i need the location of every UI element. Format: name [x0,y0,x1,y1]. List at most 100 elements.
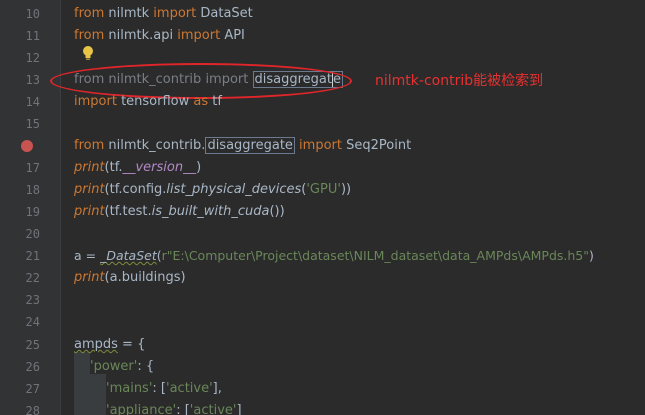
line-number: 18 [25,183,40,197]
code-fragment: : { [137,359,155,374]
code-text[interactable]: a = _DataSet(r"E:\Computer\Project\datas… [74,245,594,267]
builtin-function: print [74,204,105,219]
line-number: 24 [25,315,40,329]
class-call: _DataSet [100,248,157,263]
code-fragment: ()) [269,204,285,219]
keyword: from [74,6,105,21]
line-number: 11 [25,29,40,43]
code-fragment: ], [212,381,222,396]
code-line-20[interactable]: 20 [0,223,645,245]
keyword: import [294,138,342,153]
code-text[interactable]: from nilmtk_contrib. disaggregate import … [74,135,411,157]
variable: a [74,248,82,263]
code-text[interactable]: 'mains': ['active'], [106,378,222,400]
string-literal: 'active' [189,403,237,415]
attribute: __version__ [122,160,197,175]
string-literal: r"E:\Computer\Project\dataset\NILM_datas… [161,248,589,263]
intention-bulb-icon[interactable] [82,45,94,66]
builtin-function: print [74,160,105,175]
string-literal: 'appliance' [106,403,177,415]
code-line-21[interactable]: 21 a = _DataSet(r"E:\Computer\Project\da… [0,245,645,267]
code-line-22[interactable]: 22 print(a.buildings) [0,267,645,289]
code-line-28[interactable]: 28 'appliance': ['active'] [0,400,645,415]
code-line-19[interactable]: 19 print(tf.test.is_built_with_cuda()) [0,201,645,223]
code-line-11[interactable]: 11 from nilmtk.api import API [0,25,645,47]
code-text[interactable]: from nilmtk import DataSet [74,3,253,25]
annotation-text: nilmtk-contrib能被检索到 [375,73,544,89]
builtin-function: print [74,270,105,285]
method-call: is_built_with_cuda [151,204,270,219]
code-fragment: )) [340,182,352,197]
line-number: 27 [25,382,40,396]
code-fragment: ) [588,248,594,263]
keyword: from [74,28,105,43]
code-text[interactable]: print(tf.test.is_built_with_cuda()) [74,201,285,223]
code-text[interactable]: 'power': { [90,356,154,378]
line-number: 23 [25,293,40,307]
string-literal: 'active' [166,381,213,396]
keyword: from [74,138,105,153]
module-name-highlight: disaggregate [205,137,295,154]
string-literal: 'mains' [106,381,153,396]
import-name: DataSet [196,6,253,21]
code-line-12[interactable]: 12 [0,47,645,69]
line-number: 14 [25,95,40,109]
code-fragment: : [ [176,403,190,415]
code-line-10[interactable]: 10 from nilmtk import DataSet [0,3,645,25]
line-number: 10 [25,7,40,21]
code-fragment: : [ [152,381,166,396]
code-text[interactable]: import tensorflow as tf [74,91,222,113]
line-number: 19 [25,205,40,219]
line-number: 12 [25,51,40,65]
code-text[interactable]: print(tf.config.list_physical_devices('G… [74,179,351,201]
code-text[interactable]: ampds = { [74,334,145,356]
import-name: API [220,28,245,43]
variable: ampds [74,337,118,352]
code-text[interactable]: 'appliance': ['active'] [106,400,242,415]
code-editor[interactable]: 10 from nilmtk import DataSet 11 from ni… [0,0,645,415]
line-number: 21 [25,249,40,263]
line-number: 17 [25,161,40,175]
code-fragment: (tf.config. [104,182,167,197]
line-number: 28 [25,404,40,415]
code-fragment: = { [117,337,146,352]
code-fragment: (tf.test. [104,204,152,219]
module-name: nilmtk [104,6,154,21]
line-number: 15 [25,117,40,131]
line-number: 13 [25,73,40,87]
keyword: as [193,94,209,109]
alias-name: tf [208,94,222,109]
code-text[interactable]: print(a.buildings) [74,267,186,289]
code-line-18[interactable]: 18 print(tf.config.list_physical_devices… [0,179,645,201]
code-fragment: (tf. [104,160,123,175]
module-name: nilmtk.api [104,28,178,43]
keyword: import [153,6,197,21]
code-line-26[interactable]: 26 'power': { [0,356,645,378]
code-line-27[interactable]: 27 'mains': ['active'], [0,378,645,400]
line-number: 20 [25,227,40,241]
keyword: import [74,94,117,109]
code-line-16[interactable]: 16 from nilmtk_contrib.disaggregate impo… [0,135,645,157]
builtin-function: print [74,182,105,197]
line-number: 26 [25,360,40,374]
code-fragment: ] [236,403,242,415]
code-line-14[interactable]: 14 import tensorflow as tf [0,91,645,113]
line-number: 22 [25,271,40,285]
string-literal: 'power' [90,359,138,374]
line-number: 25 [25,338,40,352]
string-literal: 'GPU' [306,182,341,197]
code-text[interactable]: print(tf.__version__) [74,157,201,179]
code-fragment: (a.buildings) [104,270,186,285]
code-text[interactable]: from nilmtk.api import API [74,25,245,47]
operator: = [81,248,101,263]
keyword: import [177,28,221,43]
code-line-23[interactable]: 23 [0,289,645,311]
code-fragment: ) [196,160,202,175]
module-name: tensorflow [116,94,194,109]
code-line-15[interactable]: 15 [0,113,645,135]
code-line-24[interactable]: 24 [0,311,645,333]
breakpoint-icon[interactable] [21,140,33,152]
code-line-17[interactable]: 17 print(tf.__version__) [0,157,645,179]
import-name: Seq2Point [341,138,412,153]
code-line-25[interactable]: 25 ampds = { [0,334,645,356]
